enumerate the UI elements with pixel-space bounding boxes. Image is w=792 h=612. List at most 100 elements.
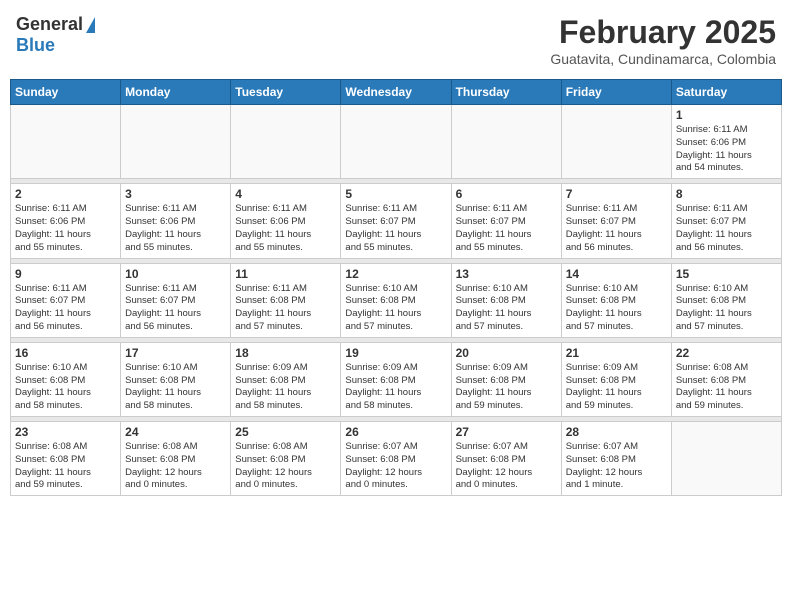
calendar-day [341, 105, 451, 179]
column-header-wednesday: Wednesday [341, 80, 451, 105]
day-info: Sunrise: 6:10 AM Sunset: 6:08 PM Dayligh… [15, 362, 116, 413]
day-number: 8 [676, 187, 777, 201]
day-info: Sunrise: 6:11 AM Sunset: 6:07 PM Dayligh… [345, 203, 446, 254]
day-info: Sunrise: 6:08 AM Sunset: 6:08 PM Dayligh… [676, 362, 777, 413]
calendar-day: 18 Sunrise: 6:09 AM Sunset: 6:08 PM Dayli… [231, 342, 341, 416]
calendar-day: 24 Sunrise: 6:08 AM Sunset: 6:08 PM Dayli… [121, 422, 231, 496]
day-info: Sunrise: 6:08 AM Sunset: 6:08 PM Dayligh… [235, 441, 336, 492]
calendar-week-5: 23 Sunrise: 6:08 AM Sunset: 6:08 PM Dayli… [11, 422, 782, 496]
calendar-day: 23 Sunrise: 6:08 AM Sunset: 6:08 PM Dayli… [11, 422, 121, 496]
day-number: 9 [15, 267, 116, 281]
day-number: 22 [676, 346, 777, 360]
calendar-day: 4Sunrise: 6:11 AM Sunset: 6:06 PM Daylig… [231, 184, 341, 258]
column-header-thursday: Thursday [451, 80, 561, 105]
calendar-day: 21 Sunrise: 6:09 AM Sunset: 6:08 PM Dayli… [561, 342, 671, 416]
day-number: 19 [345, 346, 446, 360]
day-number: 3 [125, 187, 226, 201]
day-info: Sunrise: 6:11 AM Sunset: 6:07 PM Dayligh… [15, 283, 116, 334]
calendar-day: 14 Sunrise: 6:10 AM Sunset: 6:08 PM Dayli… [561, 263, 671, 337]
calendar-day: 19 Sunrise: 6:09 AM Sunset: 6:08 PM Dayli… [341, 342, 451, 416]
calendar-day [671, 422, 781, 496]
calendar-day: 9 Sunrise: 6:11 AM Sunset: 6:07 PM Daylig… [11, 263, 121, 337]
calendar-day: 8Sunrise: 6:11 AM Sunset: 6:07 PM Daylig… [671, 184, 781, 258]
calendar-week-2: 2 Sunrise: 6:11 AM Sunset: 6:06 PM Daylig… [11, 184, 782, 258]
day-info: Sunrise: 6:11 AM Sunset: 6:06 PM Dayligh… [125, 203, 226, 254]
column-header-saturday: Saturday [671, 80, 781, 105]
calendar-day: 20 Sunrise: 6:09 AM Sunset: 6:08 PM Dayli… [451, 342, 561, 416]
logo-general-text: General [16, 14, 83, 35]
day-info: Sunrise: 6:11 AM Sunset: 6:07 PM Dayligh… [456, 203, 557, 254]
day-number: 12 [345, 267, 446, 281]
column-header-tuesday: Tuesday [231, 80, 341, 105]
day-number: 25 [235, 425, 336, 439]
calendar-day: 5 Sunrise: 6:11 AM Sunset: 6:07 PM Daylig… [341, 184, 451, 258]
day-number: 16 [15, 346, 116, 360]
day-info: Sunrise: 6:09 AM Sunset: 6:08 PM Dayligh… [456, 362, 557, 413]
day-number: 2 [15, 187, 116, 201]
calendar-table: SundayMondayTuesdayWednesdayThursdayFrid… [10, 79, 782, 496]
day-number: 7 [566, 187, 667, 201]
logo-triangle-icon [86, 17, 95, 33]
calendar-day: 27 Sunrise: 6:07 AM Sunset: 6:08 PM Dayli… [451, 422, 561, 496]
calendar-week-3: 9 Sunrise: 6:11 AM Sunset: 6:07 PM Daylig… [11, 263, 782, 337]
calendar-day: 1 Sunrise: 6:11 AM Sunset: 6:06 PM Daylig… [671, 105, 781, 179]
day-info: Sunrise: 6:07 AM Sunset: 6:08 PM Dayligh… [456, 441, 557, 492]
column-header-friday: Friday [561, 80, 671, 105]
calendar-day: 17 Sunrise: 6:10 AM Sunset: 6:08 PM Dayli… [121, 342, 231, 416]
day-info: Sunrise: 6:10 AM Sunset: 6:08 PM Dayligh… [456, 283, 557, 334]
calendar-day: 6Sunrise: 6:11 AM Sunset: 6:07 PM Daylig… [451, 184, 561, 258]
day-number: 21 [566, 346, 667, 360]
day-info: Sunrise: 6:10 AM Sunset: 6:08 PM Dayligh… [676, 283, 777, 334]
day-number: 27 [456, 425, 557, 439]
day-number: 15 [676, 267, 777, 281]
calendar-day [11, 105, 121, 179]
calendar-week-4: 16 Sunrise: 6:10 AM Sunset: 6:08 PM Dayli… [11, 342, 782, 416]
location-subtitle: Guatavita, Cundinamarca, Colombia [550, 51, 776, 67]
calendar-day: 28Sunrise: 6:07 AM Sunset: 6:08 PM Dayli… [561, 422, 671, 496]
day-number: 17 [125, 346, 226, 360]
calendar-day: 12 Sunrise: 6:10 AM Sunset: 6:08 PM Dayli… [341, 263, 451, 337]
day-number: 24 [125, 425, 226, 439]
day-info: Sunrise: 6:09 AM Sunset: 6:08 PM Dayligh… [566, 362, 667, 413]
column-header-sunday: Sunday [11, 80, 121, 105]
calendar-week-1: 1 Sunrise: 6:11 AM Sunset: 6:06 PM Daylig… [11, 105, 782, 179]
day-info: Sunrise: 6:09 AM Sunset: 6:08 PM Dayligh… [345, 362, 446, 413]
title-section: February 2025 Guatavita, Cundinamarca, C… [550, 14, 776, 67]
day-number: 13 [456, 267, 557, 281]
calendar-day [451, 105, 561, 179]
calendar-day [121, 105, 231, 179]
day-number: 20 [456, 346, 557, 360]
day-number: 4 [235, 187, 336, 201]
day-number: 1 [676, 108, 777, 122]
day-number: 10 [125, 267, 226, 281]
day-info: Sunrise: 6:10 AM Sunset: 6:08 PM Dayligh… [125, 362, 226, 413]
day-number: 11 [235, 267, 336, 281]
calendar-day: 10Sunrise: 6:11 AM Sunset: 6:07 PM Dayli… [121, 263, 231, 337]
page-header: General Blue February 2025 Guatavita, Cu… [10, 10, 782, 71]
day-number: 18 [235, 346, 336, 360]
day-info: Sunrise: 6:11 AM Sunset: 6:07 PM Dayligh… [566, 203, 667, 254]
calendar-day [561, 105, 671, 179]
calendar-day: 13 Sunrise: 6:10 AM Sunset: 6:08 PM Dayli… [451, 263, 561, 337]
day-info: Sunrise: 6:08 AM Sunset: 6:08 PM Dayligh… [125, 441, 226, 492]
column-header-monday: Monday [121, 80, 231, 105]
day-number: 14 [566, 267, 667, 281]
day-info: Sunrise: 6:11 AM Sunset: 6:06 PM Dayligh… [15, 203, 116, 254]
calendar-header-row: SundayMondayTuesdayWednesdayThursdayFrid… [11, 80, 782, 105]
day-number: 5 [345, 187, 446, 201]
calendar-day: 3 Sunrise: 6:11 AM Sunset: 6:06 PM Daylig… [121, 184, 231, 258]
day-number: 23 [15, 425, 116, 439]
day-info: Sunrise: 6:11 AM Sunset: 6:06 PM Dayligh… [676, 124, 777, 175]
calendar-day: 15 Sunrise: 6:10 AM Sunset: 6:08 PM Dayli… [671, 263, 781, 337]
day-info: Sunrise: 6:09 AM Sunset: 6:08 PM Dayligh… [235, 362, 336, 413]
calendar-day: 7 Sunrise: 6:11 AM Sunset: 6:07 PM Daylig… [561, 184, 671, 258]
day-info: Sunrise: 6:10 AM Sunset: 6:08 PM Dayligh… [566, 283, 667, 334]
day-info: Sunrise: 6:07 AM Sunset: 6:08 PM Dayligh… [566, 441, 667, 492]
day-info: Sunrise: 6:08 AM Sunset: 6:08 PM Dayligh… [15, 441, 116, 492]
day-info: Sunrise: 6:10 AM Sunset: 6:08 PM Dayligh… [345, 283, 446, 334]
calendar-day: 22 Sunrise: 6:08 AM Sunset: 6:08 PM Dayli… [671, 342, 781, 416]
calendar-day [231, 105, 341, 179]
day-number: 26 [345, 425, 446, 439]
logo: General Blue [16, 14, 95, 56]
calendar-day: 2 Sunrise: 6:11 AM Sunset: 6:06 PM Daylig… [11, 184, 121, 258]
